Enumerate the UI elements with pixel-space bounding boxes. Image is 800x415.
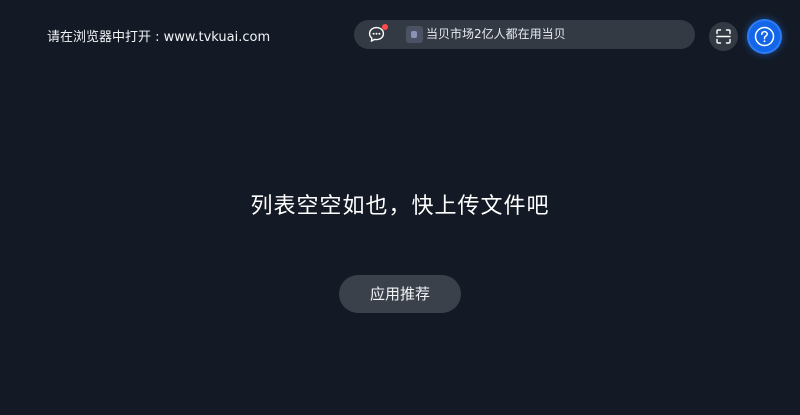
scan-icon	[716, 29, 731, 44]
empty-list-message: 列表空空如也，快上传文件吧	[250, 194, 550, 219]
help-icon	[754, 26, 775, 47]
app-thumbnail-icon	[406, 26, 423, 43]
open-in-browser-hint: 请在浏览器中打开 : www.tvkuai.com	[47, 30, 271, 45]
message-bar[interactable]: 当贝市场2亿人都在用当贝	[354, 20, 695, 49]
help-button[interactable]	[749, 21, 780, 52]
message-bar-text[interactable]: 当贝市场2亿人都在用当贝	[426, 26, 566, 43]
scan-button[interactable]	[709, 22, 738, 51]
notification-dot	[382, 24, 388, 30]
app-recommend-button[interactable]: 应用推荐	[339, 275, 461, 313]
